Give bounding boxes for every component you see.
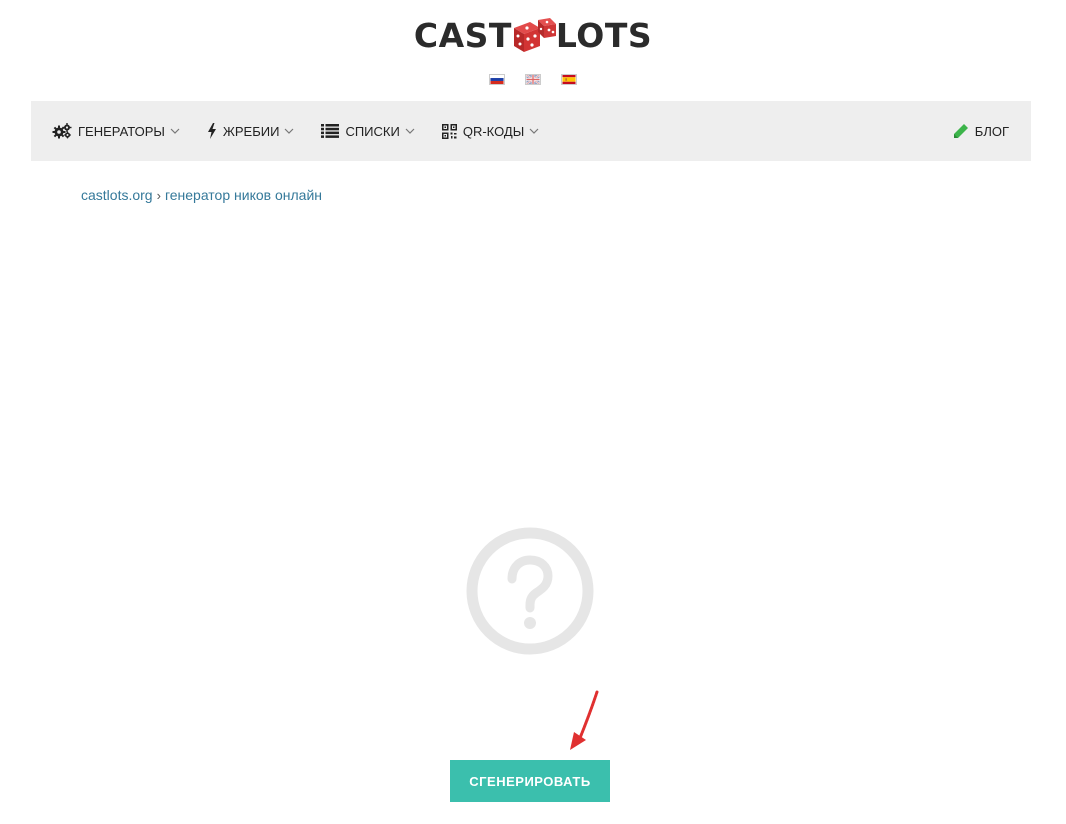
russia-flag-icon[interactable] (489, 74, 505, 85)
question-circle-icon (466, 527, 594, 655)
nav-blog-label: БЛОГ (974, 123, 1009, 139)
breadcrumb-home-link[interactable]: castlots.org (81, 187, 153, 203)
pencil-icon (953, 123, 969, 139)
breadcrumb-current-link[interactable]: генератор ников онлайн (165, 187, 322, 203)
main-navbar: ГЕНЕРАТОРЫ ЖРЕБИИ СПИСКИ QR-КОДЫ БЛОГ (31, 101, 1031, 161)
dice-icon (513, 18, 556, 52)
nav-lists-label: СПИСКИ (345, 123, 400, 139)
nav-qr-codes-label: QR-КОДЫ (462, 123, 525, 139)
chevron-down-icon (529, 128, 539, 134)
language-switcher (0, 74, 1066, 85)
gears-icon (52, 123, 72, 139)
nav-lots[interactable]: ЖРЕБИИ (207, 123, 295, 139)
chevron-down-icon (405, 128, 415, 134)
chevron-down-icon (284, 128, 294, 134)
spain-flag-icon[interactable] (561, 74, 577, 85)
site-logo[interactable]: CAST LOTS (0, 14, 1066, 58)
nav-generators-label: ГЕНЕРАТОРЫ (78, 123, 165, 139)
logo-text-cast: CAST (413, 16, 512, 55)
uk-flag-icon[interactable] (525, 74, 541, 85)
breadcrumb-separator: › (156, 187, 161, 203)
nav-qr-codes[interactable]: QR-КОДЫ (441, 123, 539, 139)
nav-blog[interactable]: БЛОГ (953, 101, 1009, 161)
qr-code-icon (441, 123, 457, 139)
lightning-icon (207, 123, 217, 139)
generate-button[interactable]: СГЕНЕРИРОВАТЬ (450, 760, 610, 802)
nav-lots-label: ЖРЕБИИ (222, 123, 280, 139)
nav-generators[interactable]: ГЕНЕРАТОРЫ (52, 123, 180, 139)
arrow-down-icon (570, 690, 599, 750)
nav-lists[interactable]: СПИСКИ (321, 123, 415, 139)
chevron-down-icon (170, 128, 180, 134)
breadcrumb: castlots.org › генератор ников онлайн (81, 187, 322, 203)
logo-text-lots: LOTS (555, 16, 653, 55)
list-icon (321, 124, 340, 138)
